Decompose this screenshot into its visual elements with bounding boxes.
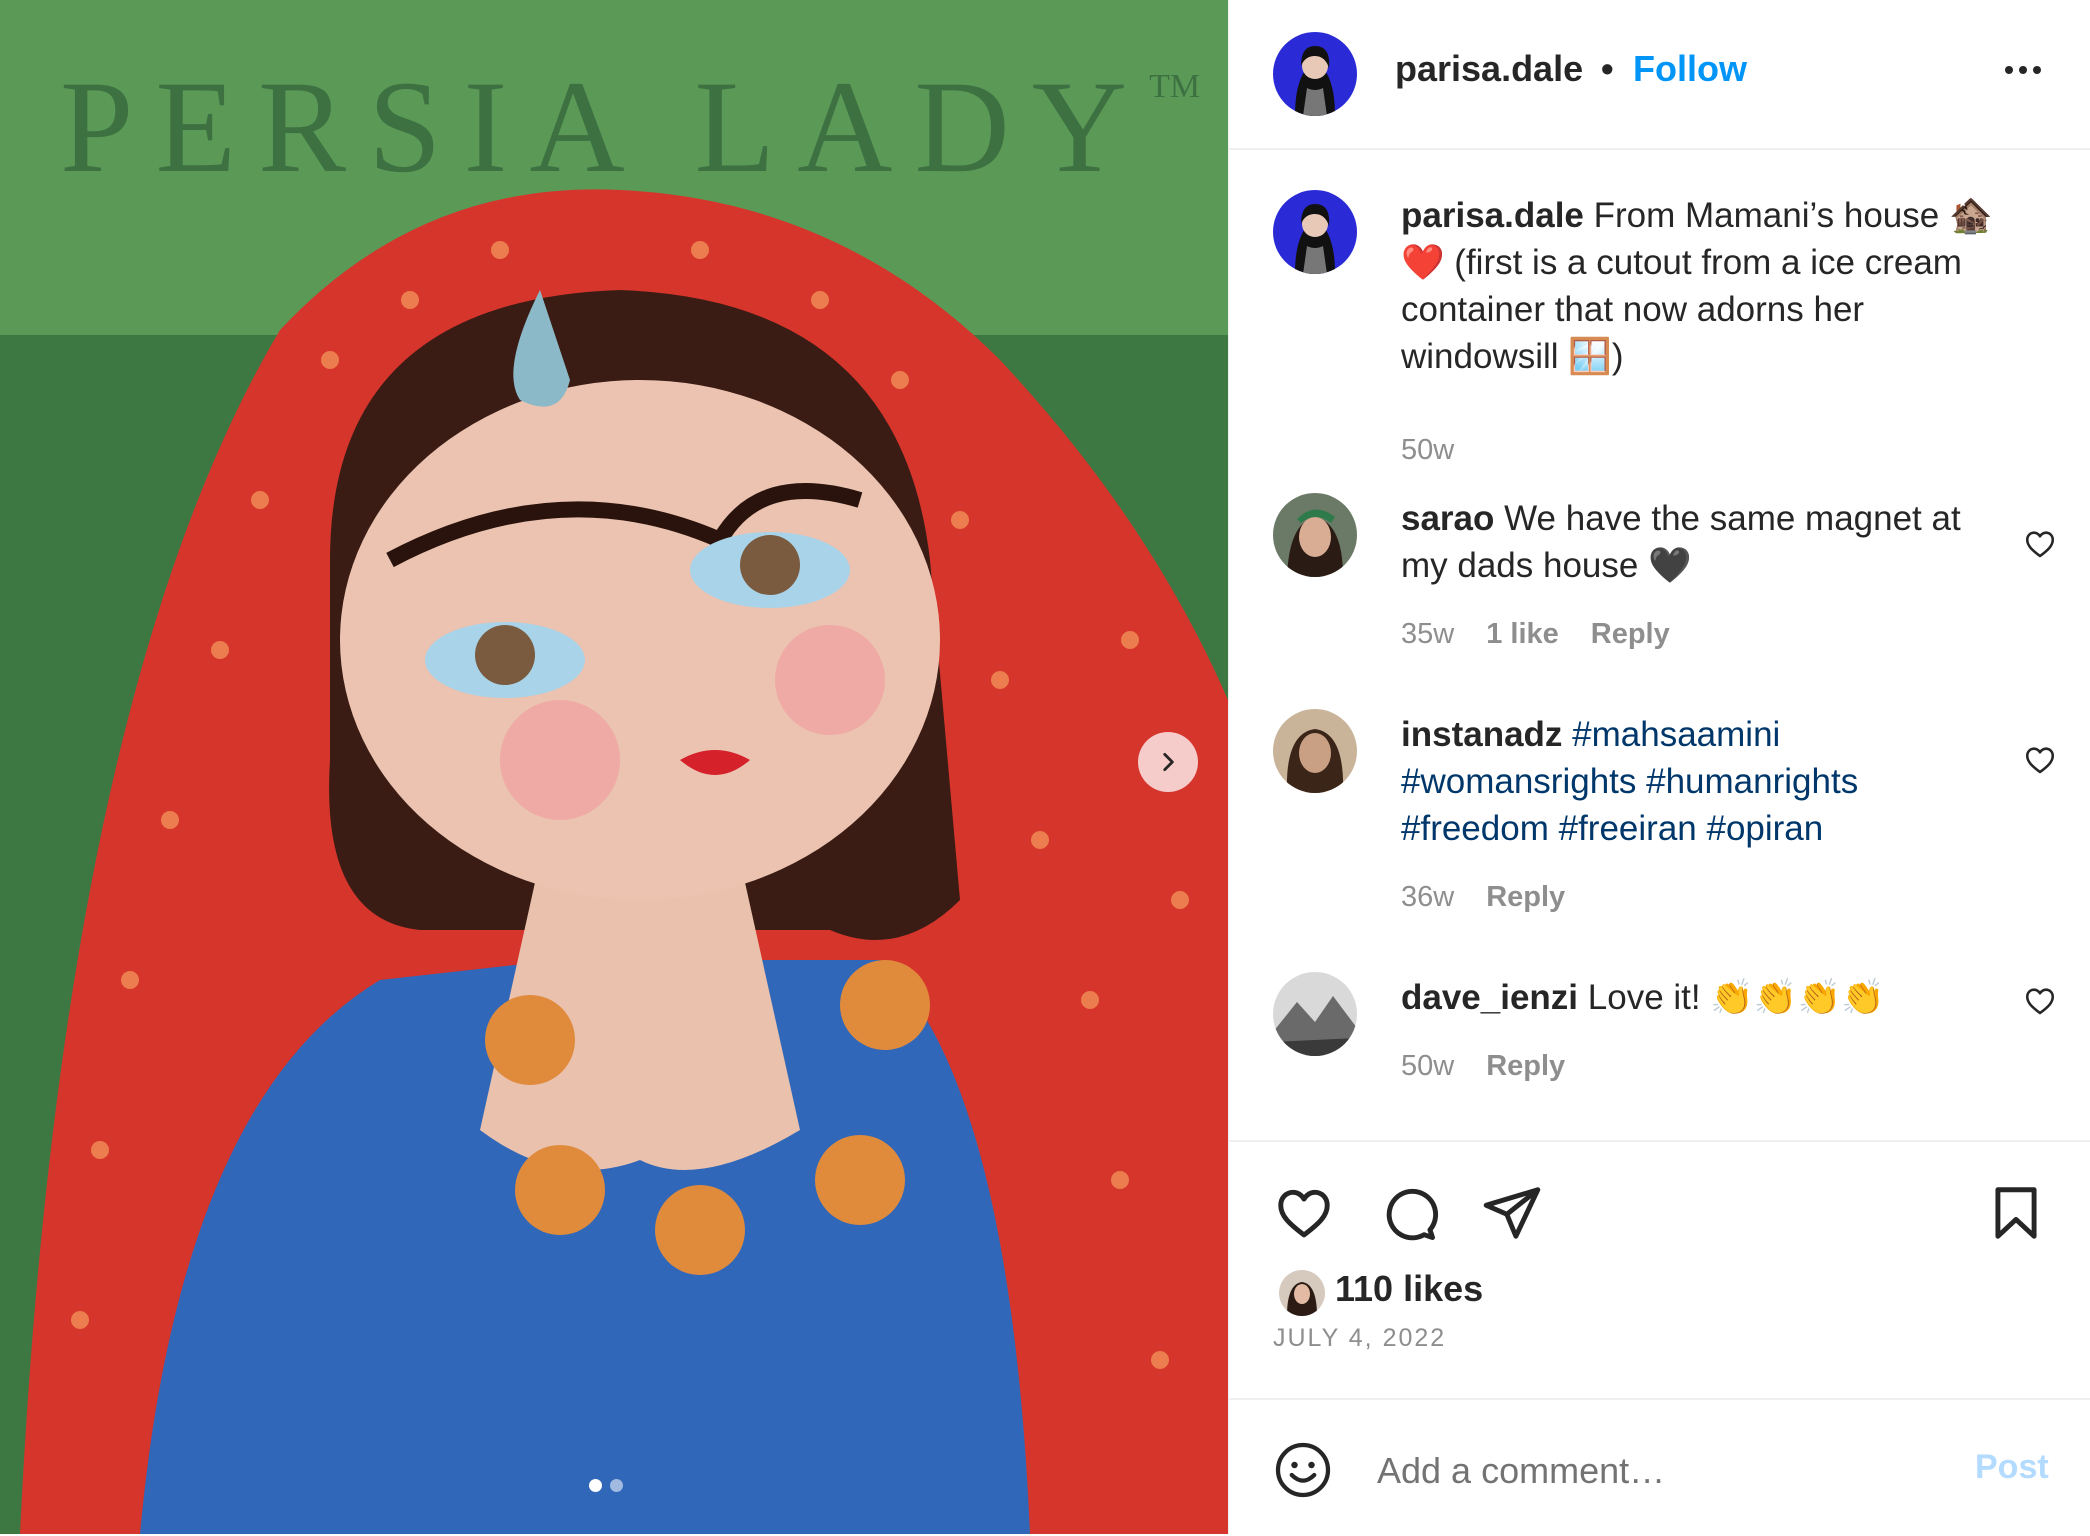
comment-age: 35w [1401,618,1455,650]
caption-meta: 50w [1401,434,1454,467]
brand-watermark: PERSIA LADYTM [60,53,1201,200]
commenter-avatar-image [1273,493,1357,577]
commenter-avatar-image [1273,972,1357,1056]
reply-button[interactable]: Reply [1486,881,1565,914]
comment-input[interactable] [1375,1440,1939,1502]
post-actions: 110 likes JULY 4, 2022 [1229,1140,2090,1402]
comment-username[interactable]: instanadz [1401,715,1562,754]
save-bookmark-icon[interactable] [1985,1182,2047,1244]
caption-age: 50w [1401,434,1455,466]
profile-avatar-image [1273,190,1357,274]
more-options-button[interactable] [1999,50,2047,90]
carousel-dot [610,1479,623,1492]
emoji-smiley-icon[interactable] [1273,1440,1333,1500]
more-horizontal-icon [2005,66,2041,74]
post-comment-button[interactable]: Post [1975,1448,2049,1487]
like-comment-heart-icon[interactable] [2023,527,2057,561]
comment-meta: 50w Reply [1401,1050,1565,1083]
comment-text: dave_ienzi Love it! 👏👏👏👏 [1401,974,2011,1021]
reply-button[interactable]: Reply [1591,618,1670,651]
comment-body: Love it! 👏👏👏👏 [1587,978,1885,1017]
avatar[interactable] [1273,32,1357,116]
post-side-panel: parisa.dale • Follow parisa.dale From Ma… [1228,0,2090,1534]
hashtag-link[interactable]: #humanrights [1646,762,1858,801]
comment-item: sarao We have the same magnet at my dads… [1229,493,2090,653]
carousel-next-button[interactable] [1138,732,1198,792]
commenter-avatar-image [1273,709,1357,793]
caption: parisa.dale From Mamani’s house 🏚️❤️ (fi… [1229,190,2090,470]
comment-username[interactable]: sarao [1401,499,1494,538]
comment-text: instanadz #mahsaamini #womansrights #hum… [1401,711,2011,852]
share-send-icon[interactable] [1481,1182,1543,1244]
caption-text: parisa.dale From Mamani’s house 🏚️❤️ (fi… [1401,192,2011,380]
comment-meta: 36w Reply [1401,881,1565,914]
like-comment-heart-icon[interactable] [2023,984,2057,1018]
like-comment-heart-icon[interactable] [2023,743,2057,777]
post-media[interactable]: PERSIA LADYTM [0,0,1228,1534]
comment-likes[interactable]: 1 like [1486,618,1559,651]
post-header: parisa.dale • Follow [1229,0,2090,150]
hashtag-link[interactable]: #freeiran [1559,809,1697,848]
comments-list[interactable]: parisa.dale From Mamani’s house 🏚️❤️ (fi… [1229,150,2090,1140]
carousel-dot-active [589,1479,602,1492]
comment-age: 36w [1401,881,1455,913]
comment-item: dave_ienzi Love it! 👏👏👏👏 50w Reply [1229,972,2090,1102]
hashtag-link[interactable]: #freedom [1401,809,1549,848]
likes-count[interactable]: 110 likes [1335,1268,1483,1310]
profile-avatar-image [1273,32,1357,116]
header-username[interactable]: parisa.dale [1395,48,1583,90]
comment-username[interactable]: dave_ienzi [1401,978,1578,1017]
avatar[interactable] [1273,972,1357,1056]
comment-age: 50w [1401,1050,1455,1082]
comment-composer: Post [1229,1398,2090,1536]
avatar[interactable] [1273,493,1357,577]
chevron-right-icon [1163,753,1174,771]
liker-avatar[interactable] [1277,1268,1327,1318]
caption-username[interactable]: parisa.dale [1401,196,1584,235]
hashtag-link[interactable]: #opiran [1706,809,1823,848]
avatar[interactable] [1273,709,1357,793]
comment-item: instanadz #mahsaamini #womansrights #hum… [1229,709,2090,913]
follow-button[interactable]: Follow [1633,48,1747,90]
hashtag-link[interactable]: #womansrights [1401,762,1636,801]
separator-dot: • [1601,48,1614,89]
persia-lady-illustration [0,0,1228,1534]
post-date: JULY 4, 2022 [1273,1324,1447,1352]
hashtag-link[interactable]: #mahsaamini [1572,715,1780,754]
comment-text: sarao We have the same magnet at my dads… [1401,495,2011,589]
carousel-indicator [589,1479,623,1492]
liker-avatar-image [1279,1270,1325,1316]
like-heart-icon[interactable] [1273,1182,1335,1244]
reply-button[interactable]: Reply [1486,1050,1565,1083]
avatar[interactable] [1273,190,1357,274]
comment-bubble-icon[interactable] [1377,1182,1439,1244]
comment-meta: 35w 1 like Reply [1401,618,1670,651]
